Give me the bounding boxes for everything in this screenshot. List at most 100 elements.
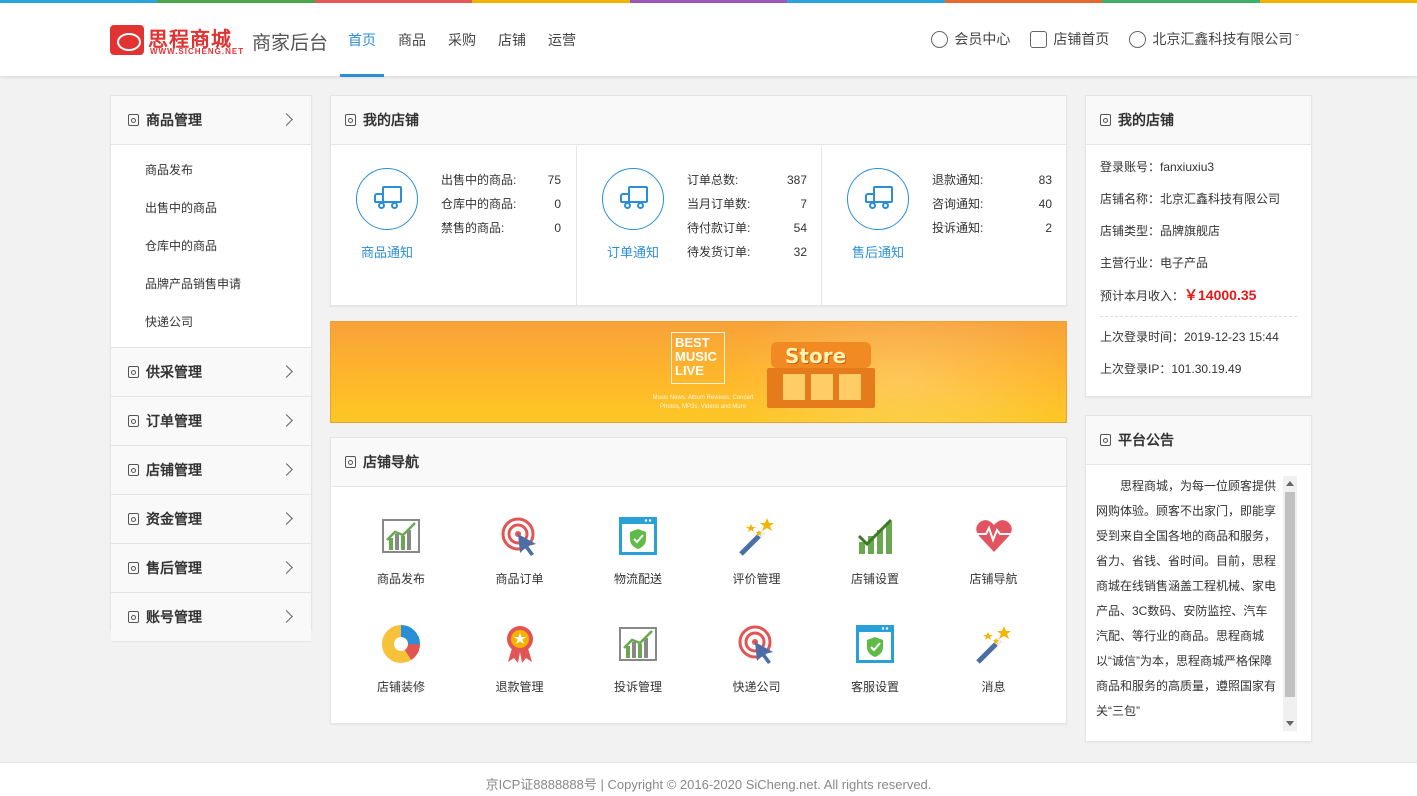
delivery-truck-icon[interactable]	[602, 168, 664, 230]
stat-value: 83	[1038, 173, 1052, 187]
scroll-up-icon[interactable]	[1286, 481, 1294, 486]
sidebar-item[interactable]: 快递公司	[111, 303, 311, 341]
scroll-down-icon[interactable]	[1286, 721, 1294, 726]
site-logo[interactable]: 思程商城 WWW.SICHENG.NET	[110, 23, 244, 59]
sidebar-item[interactable]: 商品发布	[111, 151, 311, 189]
nav-tab-1[interactable]: 商品	[390, 3, 434, 76]
promo-banner[interactable]: BEST MUSIC LIVE Music News, Album Review…	[330, 321, 1067, 423]
nav-tab-4[interactable]: 运营	[540, 3, 584, 76]
stat-value: 7	[800, 197, 807, 211]
menu-group-icon	[128, 415, 139, 427]
shop-nav-item[interactable]: 退款管理	[461, 616, 579, 696]
shop-nav-item[interactable]: 评价管理	[698, 508, 816, 588]
stat-rows: 退款通知: 83 咨询通知: 40 投诉通知: 2	[932, 168, 1052, 240]
notice-scrollbar[interactable]	[1283, 476, 1297, 731]
shop-nav-label: 商品订单	[495, 572, 544, 586]
stat-key: 出售中的商品:	[441, 173, 517, 187]
main-nav: 首页 商品 采购 店铺 运营	[340, 3, 590, 77]
company-dropdown[interactable]: 北京汇鑫科技有限公司 ˇ	[1129, 29, 1299, 49]
shop-nav-label: 客服设置	[850, 680, 899, 694]
store-icon	[1030, 30, 1048, 48]
login-account: 登录账号：fanxiuxiu3	[1100, 160, 1215, 174]
notice-text: 思程商城，为每一位顾客提供网购体验。顾客不出家门，即能享受到来自全国各地的商品和…	[1096, 479, 1276, 718]
account-circle-icon	[1129, 30, 1147, 48]
sidebar-group[interactable]: 资金管理	[111, 495, 311, 544]
store-illustration: Store	[761, 340, 881, 410]
sidebar-group-label: 订单管理	[146, 413, 202, 429]
chevron-right-icon	[280, 512, 293, 525]
stat-value: 2	[1045, 221, 1052, 235]
nav-tab-3[interactable]: 店铺	[490, 3, 534, 76]
shop-nav-item[interactable]: 投诉管理	[579, 616, 697, 696]
sidebar-group-label: 商品管理	[146, 112, 202, 128]
last-login-ip: 上次登录IP：101.30.19.49	[1100, 362, 1242, 376]
heart-pulse-icon	[974, 516, 1014, 556]
scroll-thumb[interactable]	[1285, 492, 1295, 697]
member-center-link[interactable]: 会员中心	[931, 29, 1010, 49]
sidebar-group[interactable]: 订单管理	[111, 397, 311, 446]
shop-nav-item[interactable]: 商品发布	[342, 508, 460, 588]
store-sign: Store	[785, 344, 847, 368]
store-home-link[interactable]: 店铺首页	[1030, 29, 1109, 49]
sidebar-item[interactable]: 出售中的商品	[111, 189, 311, 227]
shop-nav-item[interactable]: 店铺设置	[816, 508, 934, 588]
sidebar-group-label: 店铺管理	[146, 462, 202, 478]
delivery-truck-icon[interactable]	[847, 168, 909, 230]
logo-mark-icon	[110, 25, 144, 55]
delivery-truck-icon[interactable]	[356, 168, 418, 230]
sidebar-group[interactable]: 售后管理	[111, 544, 311, 593]
chevron-down-icon: ˇ	[1295, 33, 1299, 45]
nav-tab-0[interactable]: 首页	[340, 3, 384, 77]
income-value: ￥14000.35	[1184, 287, 1257, 303]
stat-value: 32	[793, 245, 807, 259]
stat-label[interactable]: 商品通知	[337, 242, 437, 261]
page-footer: 京ICP证8888888号 | Copyright © 2016-2020 Si…	[0, 762, 1417, 796]
sidebar-group[interactable]: 账号管理	[111, 593, 311, 642]
stat-label[interactable]: 售后通知	[828, 242, 928, 261]
shop-nav-item[interactable]: 快递公司	[698, 616, 816, 696]
sidebar-group[interactable]: 店铺管理	[111, 446, 311, 495]
shop-nav-item[interactable]: 商品订单	[461, 508, 579, 588]
shop-nav-header: 店铺导航	[331, 438, 1066, 487]
sidebar-group[interactable]: 商品管理	[111, 96, 311, 145]
shop-nav-item[interactable]: 消息	[935, 616, 1053, 696]
shop-nav-item[interactable]: 物流配送	[579, 508, 697, 588]
chevron-right-icon	[280, 463, 293, 476]
shop-nav-item[interactable]: 客服设置	[816, 616, 934, 696]
shop-nav-item[interactable]: 店铺导航	[935, 508, 1053, 588]
nav-tab-2[interactable]: 采购	[440, 3, 484, 76]
stat-key: 投诉通知:	[932, 221, 984, 235]
bar-chart-icon	[381, 516, 421, 556]
stat-value: 0	[554, 197, 561, 211]
shop-nav-item[interactable]: 店铺装修	[342, 616, 460, 696]
stat-key: 仓库中的商品:	[441, 197, 517, 211]
header-right-links: 会员中心 店铺首页 北京汇鑫科技有限公司 ˇ	[911, 29, 1299, 49]
shop-nav-label: 店铺导航	[969, 572, 1018, 586]
sidebar-item[interactable]: 仓库中的商品	[111, 227, 311, 265]
sidebar-item[interactable]: 品牌产品销售申请	[111, 265, 311, 303]
stat-rows: 订单总数: 387 当月订单数: 7 待付款订单: 54 待发货订单: 32	[687, 168, 807, 264]
banner-line-3: LIVE	[675, 363, 704, 378]
platform-notice-panel: 平台公告 思程商城，为每一位顾客提供网购体验。顾客不出家门，即能享受到来自全国各…	[1085, 415, 1312, 742]
menu-group-icon	[128, 513, 139, 525]
stat-value: 40	[1038, 197, 1052, 211]
sidebar-group[interactable]: 供采管理	[111, 348, 311, 397]
shop-nav-label: 退款管理	[495, 680, 544, 694]
stat-label[interactable]: 订单通知	[583, 242, 683, 261]
stat-key: 退款通知:	[932, 173, 984, 187]
page-subtitle: 商家后台	[252, 33, 329, 54]
award-ribbon-icon	[500, 624, 540, 664]
stat-key: 禁售的商品:	[441, 221, 505, 235]
store-info-header: 我的店铺	[1086, 96, 1311, 145]
stat-block: 订单通知 订单总数: 387 当月订单数: 7 待付款订单: 54 待发货订单: 32	[576, 146, 821, 306]
divider	[1100, 311, 1297, 317]
growth-check-icon	[855, 516, 895, 556]
store-info-panel: 我的店铺 登录账号：fanxiuxiu3 店铺名称：北京汇鑫科技有限公司 店铺类…	[1085, 95, 1312, 397]
company-name: 北京汇鑫科技有限公司	[1152, 31, 1293, 47]
my-shop-panel: 我的店铺 商品通知 出售中的商品: 75 仓库中的商品: 0 禁售的商品: 0 订单通知 订单总…	[330, 95, 1067, 306]
stat-row: 投诉通知: 2	[932, 216, 1052, 240]
stat-row: 禁售的商品: 0	[441, 216, 561, 240]
stat-row: 出售中的商品: 75	[441, 168, 561, 192]
chevron-right-icon	[280, 113, 293, 126]
chevron-right-icon	[280, 561, 293, 574]
